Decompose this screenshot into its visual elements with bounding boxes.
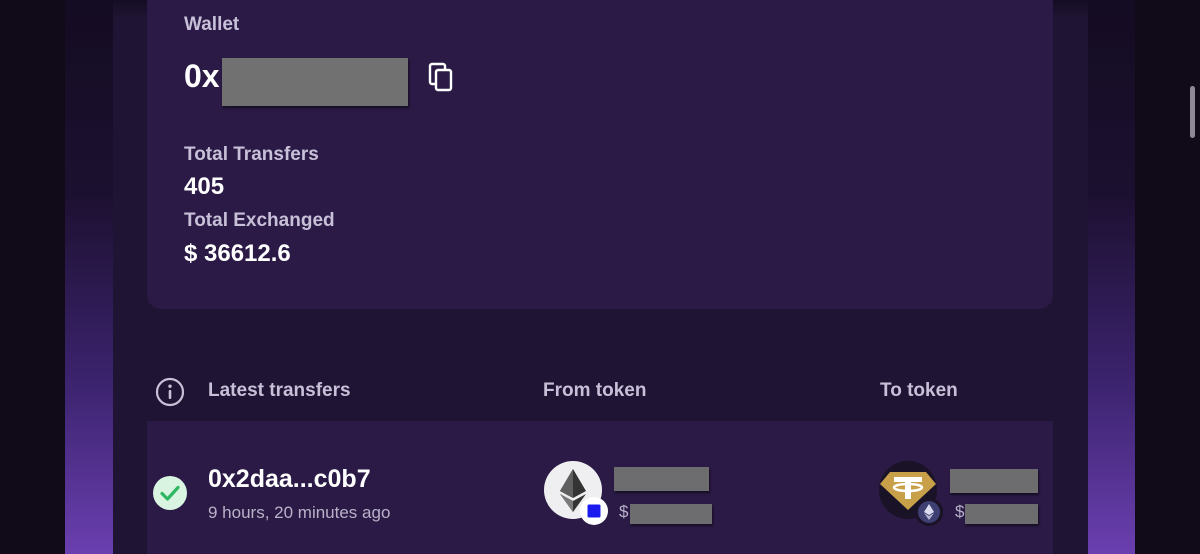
header-from-token: From token [543,380,647,401]
page-margin-right [1135,0,1200,554]
from-usd-prefix: $ [619,502,629,521]
total-exchanged-label: Total Exchanged [184,210,335,231]
to-usd-prefix: $ [955,502,965,521]
side-glow-right [1085,0,1135,554]
copy-address-button[interactable] [428,62,456,94]
tether-icon [879,461,943,526]
redacted-to-amount [950,469,1038,493]
redacted-wallet-address [222,58,408,106]
page-margin-left [0,0,65,554]
wallet-address: 0x [184,58,220,94]
transfer-time: 9 hours, 20 minutes ago [208,503,391,522]
info-icon[interactable] [155,377,185,407]
from-token [543,460,609,526]
redacted-from-usd [630,504,712,524]
header-latest-transfers: Latest transfers [208,380,351,401]
scrollbar-thumb[interactable] [1190,86,1195,138]
side-glow-left [65,0,115,554]
total-exchanged-value: $ 36612.6 [184,240,291,267]
copy-icon [428,62,453,92]
to-token [878,460,944,526]
check-circle-icon [152,475,188,511]
total-transfers-label: Total Transfers [184,144,319,165]
ethereum-icon [544,461,608,525]
header-to-token: To token [880,380,958,401]
total-transfers-value: 405 [184,173,225,200]
redacted-to-usd [965,504,1038,524]
blue-square-icon [587,504,601,518]
redacted-from-amount [614,467,709,491]
transfer-hash-link[interactable]: 0x2daa...c0b7 [208,465,371,494]
wallet-label: Wallet [184,14,240,35]
